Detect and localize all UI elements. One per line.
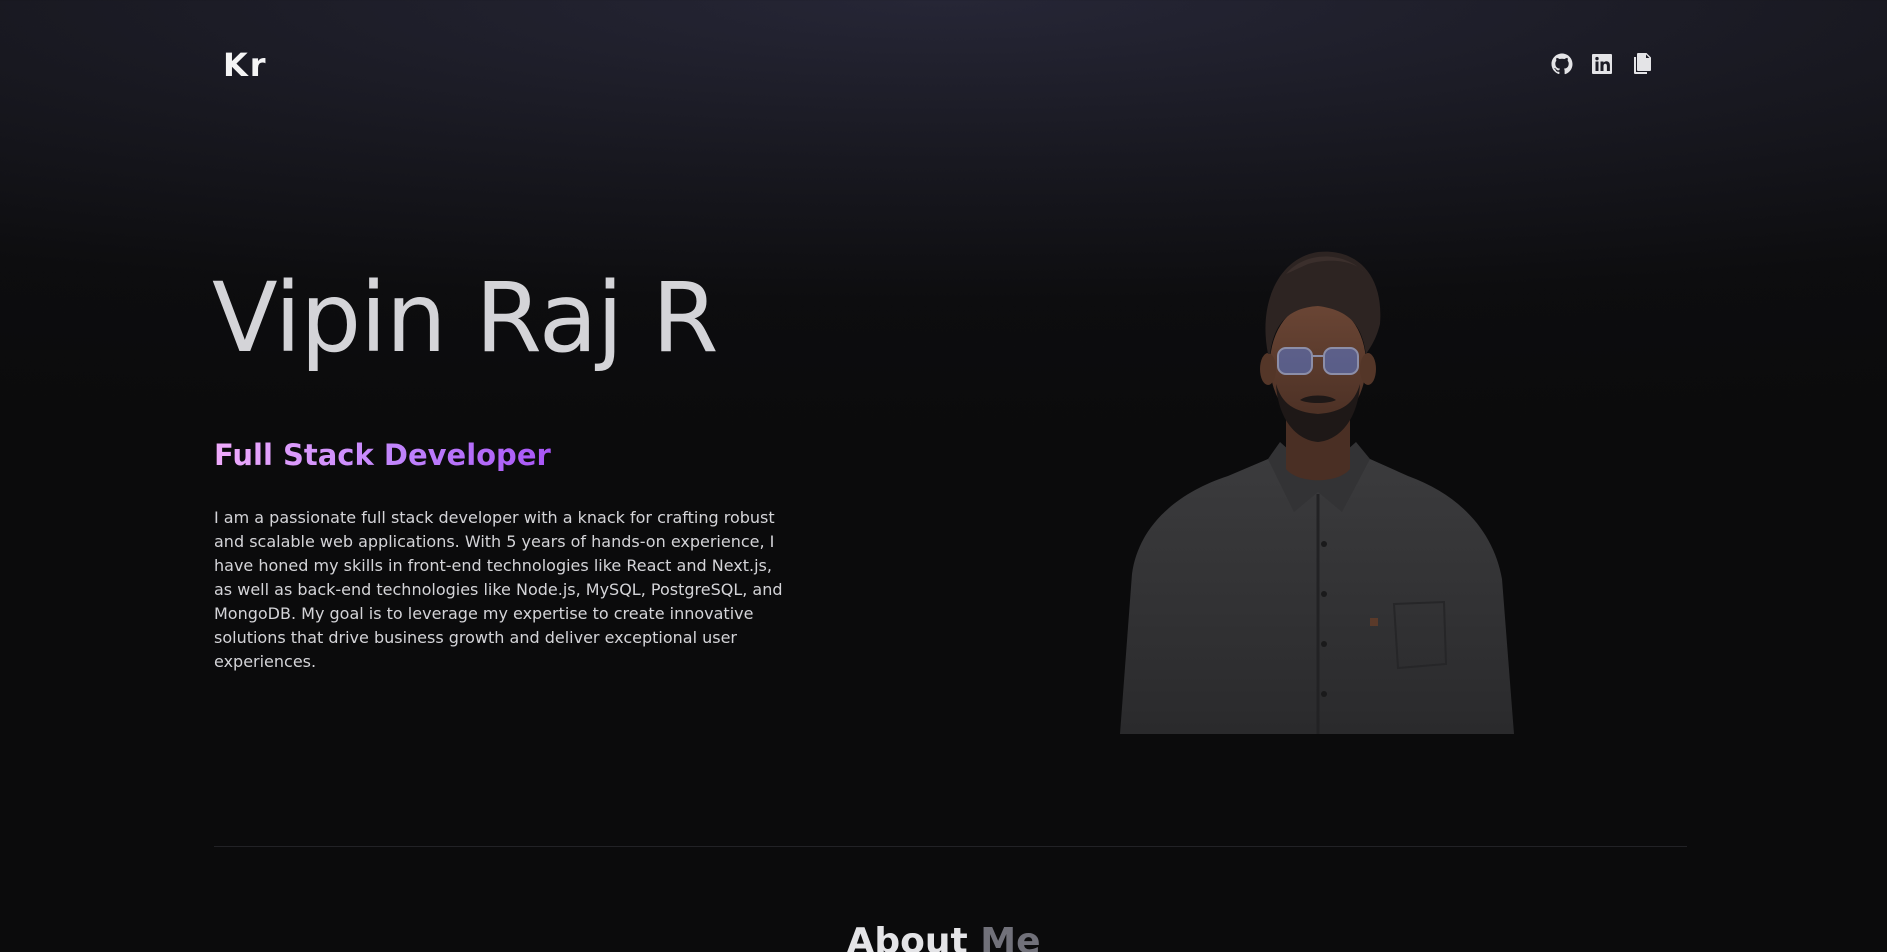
about-title-accent: Me bbox=[980, 921, 1041, 952]
site-header: Kr bbox=[0, 0, 1887, 130]
hero-role: Full Stack Developer bbox=[214, 438, 551, 472]
linkedin-link[interactable] bbox=[1590, 52, 1614, 76]
profile-photo-image bbox=[1120, 251, 1514, 734]
github-icon bbox=[1551, 53, 1573, 75]
linkedin-icon bbox=[1592, 54, 1612, 74]
github-link[interactable] bbox=[1550, 52, 1574, 76]
hero-name: Vipin Raj R bbox=[212, 262, 719, 374]
profile-photo bbox=[1118, 244, 1514, 734]
hero-bio: I am a passionate full stack developer w… bbox=[214, 508, 783, 671]
site-logo[interactable]: Kr bbox=[223, 46, 268, 84]
resume-icon bbox=[1634, 53, 1651, 74]
about-title-main: About bbox=[846, 921, 968, 952]
social-links bbox=[1550, 52, 1654, 76]
section-divider bbox=[214, 846, 1687, 847]
resume-link[interactable] bbox=[1630, 52, 1654, 76]
about-section-title: About Me bbox=[0, 924, 1887, 952]
